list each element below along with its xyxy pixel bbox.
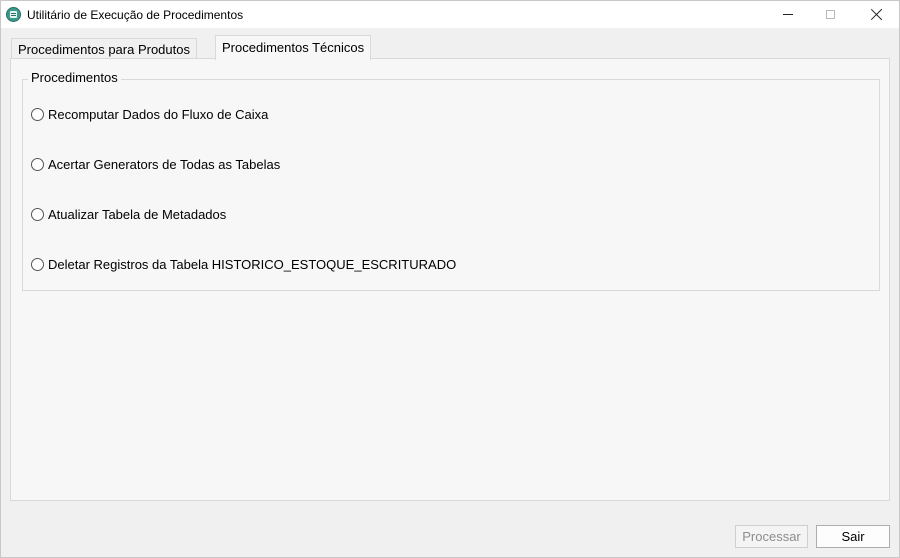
app-icon — [6, 7, 21, 22]
radio-option-acertar-generators[interactable]: Acertar Generators de Todas as Tabelas — [31, 156, 280, 172]
radio-label[interactable]: Atualizar Tabela de Metadados — [48, 207, 226, 222]
window-title: Utilitário de Execução de Procedimentos — [27, 8, 244, 22]
close-icon — [870, 8, 883, 21]
radio-option-atualizar-metadados[interactable]: Atualizar Tabela de Metadados — [31, 206, 226, 222]
application-window: Utilitário de Execução de Procedimentos … — [0, 0, 900, 558]
radio-label[interactable]: Recomputar Dados do Fluxo de Caixa — [48, 107, 268, 122]
tab-panel: Procedimentos Recomputar Dados do Fluxo … — [10, 58, 890, 501]
radio-button[interactable] — [31, 207, 44, 221]
radio-option-recomputar-fluxo-caixa[interactable]: Recomputar Dados do Fluxo de Caixa — [31, 106, 268, 122]
groupbox-title: Procedimentos — [28, 70, 121, 85]
title-bar[interactable]: Utilitário de Execução de Procedimentos — [1, 1, 899, 28]
maximize-icon — [825, 10, 835, 19]
radio-label[interactable]: Acertar Generators de Todas as Tabelas — [48, 157, 280, 172]
close-button[interactable] — [853, 1, 899, 28]
radio-label[interactable]: Deletar Registros da Tabela HISTORICO_ES… — [48, 257, 456, 272]
minimize-button[interactable] — [765, 1, 811, 28]
process-button[interactable]: Processar — [735, 525, 808, 548]
maximize-button[interactable] — [807, 1, 853, 28]
radio-button[interactable] — [31, 107, 44, 121]
radio-button[interactable] — [31, 257, 44, 271]
radio-button[interactable] — [31, 157, 44, 171]
procedures-groupbox: Procedimentos Recomputar Dados do Fluxo … — [22, 70, 880, 291]
tab-procedimentos-produtos[interactable]: Procedimentos para Produtos — [11, 38, 197, 59]
minimize-icon — [783, 14, 793, 15]
exit-button[interactable]: Sair — [816, 525, 890, 548]
radio-option-deletar-historico-estoque[interactable]: Deletar Registros da Tabela HISTORICO_ES… — [31, 256, 456, 272]
tab-procedimentos-tecnicos[interactable]: Procedimentos Técnicos — [215, 35, 372, 60]
